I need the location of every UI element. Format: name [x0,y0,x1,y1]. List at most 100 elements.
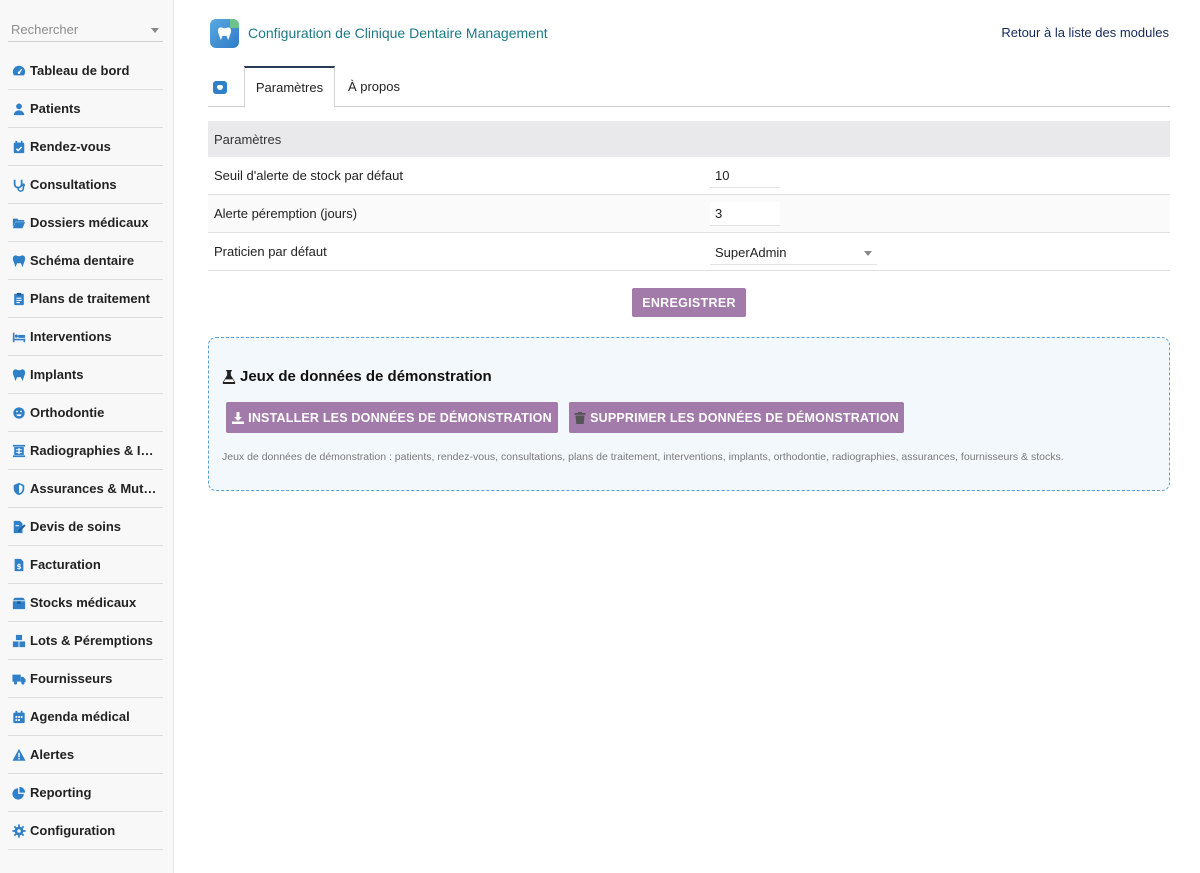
sidebar-item-lots-peremptions[interactable]: Lots & Péremptions [8,622,163,660]
sidebar-item-label: Assurances & Mutuelles [30,481,163,496]
tooth-icon [217,27,232,41]
dashboard-icon [11,63,27,79]
stock-threshold-input[interactable] [710,164,780,188]
sidebar-item-radiographies[interactable]: Radiographies & Imagerie [8,432,163,470]
back-to-modules-link[interactable]: Retour à la liste des modules [1001,25,1169,40]
shield-icon [11,481,27,497]
delete-demo-data-label: SUPPRIMER LES DONNÉES DE DÉMONSTRATION [590,410,899,425]
truck-icon [11,671,27,687]
page-title: Configuration de Clinique Dentaire Manag… [248,25,548,41]
tooth-icon [11,253,27,269]
sidebar-item-patients[interactable]: Patients [8,90,163,128]
sidebar-item-orthodontie[interactable]: Orthodontie [8,394,163,432]
sidebar-item-label: Alertes [30,747,75,762]
setting-label: Praticien par défaut [214,244,327,259]
setting-label: Alerte péremption (jours) [214,206,358,221]
calendar-icon [11,709,27,725]
settings-heading: Paramètres [208,121,1170,157]
sidebar-item-label: Facturation [30,557,101,572]
sidebar-item-interventions[interactable]: Interventions [8,318,163,356]
module-logo-icon[interactable] [213,81,227,94]
sidebar-item-label: Rendez-vous [30,139,111,154]
stethoscope-icon [11,177,27,193]
box-icon [11,595,27,611]
file-signature-icon [11,519,27,535]
sidebar-item-reporting[interactable]: Reporting [8,774,163,812]
sidebar-item-label: Orthodontie [30,405,105,420]
sidebar-item-configuration[interactable]: Configuration [8,812,163,850]
tab-parametres[interactable]: Paramètres [244,66,335,108]
sidebar-item-agenda-medical[interactable]: Agenda médical [8,698,163,736]
trash-icon [574,411,586,424]
sidebar-item-label: Configuration [30,823,116,838]
sidebar-item-label: Fournisseurs [30,671,113,686]
demo-data-panel: Jeux de données de démonstration INSTALL… [208,337,1170,491]
svg-text:$: $ [17,562,22,570]
smile-icon [11,405,27,421]
x-ray-icon [11,443,27,459]
sidebar-item-label: Devis de soins [30,519,122,534]
sidebar-item-label: Agenda médical [30,709,130,724]
settings-table: Paramètres Seuil d'alerte de stock par d… [208,121,1170,271]
sidebar-item-rendez-vous[interactable]: Rendez-vous [8,128,163,166]
sidebar-nav: Tableau de bord Patients Rendez-vous Con… [8,52,163,850]
setting-row-expiry-alert: Alerte péremption (jours) [208,195,1170,233]
sidebar: Tableau de bord Patients Rendez-vous Con… [0,0,174,873]
setting-row-default-practitioner: Praticien par défaut SuperAdmin [208,233,1170,271]
sidebar-item-label: Plans de traitement [30,291,150,306]
sidebar-item-implants[interactable]: Implants [8,356,163,394]
sidebar-item-label: Dossiers médicaux [30,215,149,230]
gear-icon [11,823,27,839]
sidebar-item-alertes[interactable]: Alertes [8,736,163,774]
flask-icon [222,369,236,384]
clipboard-list-icon [11,291,27,307]
install-demo-data-label: INSTALLER LES DONNÉES DE DÉMONSTRATION [248,410,552,425]
sidebar-item-label: Schéma dentaire [30,253,135,268]
sidebar-item-plans-de-traitement[interactable]: Plans de traitement [8,280,163,318]
sidebar-item-assurances[interactable]: Assurances & Mutuelles [8,470,163,508]
sidebar-item-label: Interventions [30,329,112,344]
procedure-bed-icon [11,329,27,345]
sidebar-item-label: Lots & Péremptions [30,633,153,648]
sidebar-item-fournisseurs[interactable]: Fournisseurs [8,660,163,698]
user-icon [11,101,27,117]
search-input[interactable] [8,18,148,40]
demo-title-text: Jeux de données de démonstration [240,368,492,385]
sidebar-item-label: Tableau de bord [30,63,130,78]
tab-bar: Paramètres À propos [208,66,1170,108]
demo-description: Jeux de données de démonstration : patie… [222,451,1064,463]
setting-label: Seuil d'alerte de stock par défaut [214,168,403,183]
sidebar-item-schema-dentaire[interactable]: Schéma dentaire [8,242,163,280]
sidebar-item-label: Radiographies & Imagerie [30,443,163,458]
save-button[interactable]: ENREGISTRER [632,288,746,317]
search-box [8,18,163,42]
chevron-down-icon [864,251,872,256]
download-icon [232,411,245,424]
setting-row-stock-threshold: Seuil d'alerte de stock par défaut [208,157,1170,195]
warning-icon [11,747,27,763]
sidebar-item-tableau-de-bord[interactable]: Tableau de bord [8,52,163,90]
demo-title: Jeux de données de démonstration [222,368,492,385]
invoice-icon: $ [11,557,27,573]
default-practitioner-select[interactable]: SuperAdmin [710,241,877,265]
sidebar-item-stocks-medicaux[interactable]: Stocks médicaux [8,584,163,622]
sidebar-item-label: Reporting [30,785,92,800]
tooth-icon [11,367,27,383]
sidebar-item-facturation[interactable]: $ Facturation [8,546,163,584]
pie-chart-icon [11,785,27,801]
sidebar-item-label: Stocks médicaux [30,595,137,610]
sidebar-item-dossiers-medicaux[interactable]: Dossiers médicaux [8,204,163,242]
sidebar-item-label: Consultations [30,177,117,192]
app-logo [210,19,239,48]
sidebar-item-label: Implants [30,367,84,382]
sidebar-item-label: Patients [30,101,81,116]
calendar-check-icon [11,139,27,155]
expiry-days-input[interactable] [710,202,780,226]
sidebar-item-devis-de-soins[interactable]: Devis de soins [8,508,163,546]
tab-a-propos[interactable]: À propos [344,66,404,107]
chevron-down-icon[interactable] [151,28,159,33]
sidebar-item-consultations[interactable]: Consultations [8,166,163,204]
boxes-icon [11,633,27,649]
delete-demo-data-button[interactable]: SUPPRIMER LES DONNÉES DE DÉMONSTRATION [569,402,904,433]
install-demo-data-button[interactable]: INSTALLER LES DONNÉES DE DÉMONSTRATION [226,402,558,433]
